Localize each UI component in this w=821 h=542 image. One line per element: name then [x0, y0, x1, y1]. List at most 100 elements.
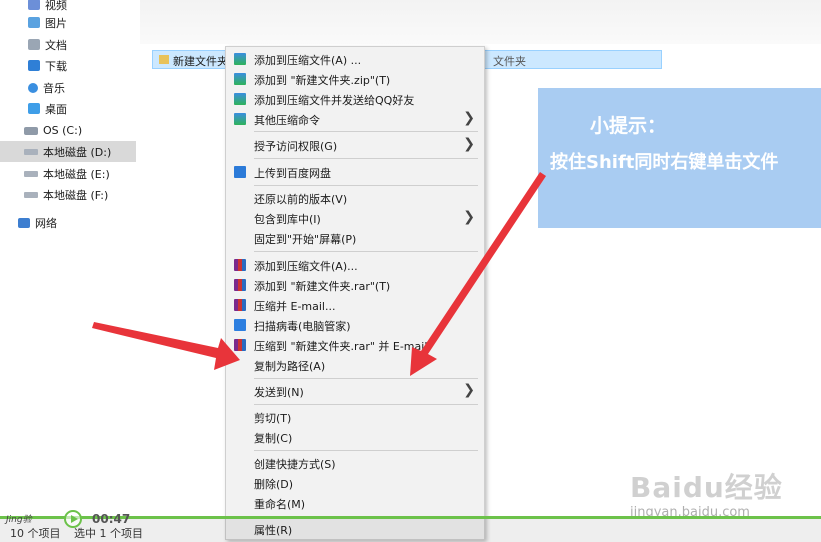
chevron-right-icon: ❯ — [463, 136, 475, 152]
menu-separator — [254, 131, 478, 132]
menu-item-label: 删除(D) — [254, 478, 294, 491]
zip-icon — [234, 73, 246, 85]
chevron-right-icon: ❯ — [463, 110, 475, 126]
baidu-watermark-logo: Baidu经验 — [630, 471, 783, 504]
nav-item-label: 本地磁盘 (F:) — [43, 188, 109, 202]
music-icon — [28, 82, 38, 93]
menu-item-label: 重命名(M) — [254, 498, 306, 511]
file-type: 文件夹 — [493, 55, 526, 68]
nav-item-label: OS (C:) — [43, 124, 83, 137]
menu-item-restore-versions[interactable]: 还原以前的版本(V) — [226, 188, 484, 208]
downloads-icon — [28, 60, 40, 71]
video-time: 00:47 — [92, 512, 131, 526]
zip-icon — [234, 93, 246, 105]
menu-item-create-shortcut[interactable]: 创建快捷方式(S) — [226, 453, 484, 473]
folder-icon — [159, 55, 169, 64]
tip-title: 小提示： — [590, 115, 667, 137]
network-icon — [18, 217, 30, 228]
menu-item-grant-access[interactable]: 授予访问权限(G) ❯ — [226, 135, 484, 155]
menu-item-label: 包含到库中(I) — [254, 213, 321, 226]
context-menu: 添加到压缩文件(A) ... 添加到 "新建文件夹.zip"(T) 添加到压缩文… — [225, 46, 485, 540]
menu-item-label: 添加到 "新建文件夹.zip"(T) — [254, 74, 391, 87]
shield-icon — [234, 319, 246, 331]
nav-item-disk-d[interactable]: 本地磁盘 (D:) — [0, 141, 136, 162]
file-name: 新建文件夹 — [173, 55, 228, 68]
chevron-right-icon: ❯ — [463, 209, 475, 225]
video-brand-logo: Jing验 — [6, 515, 32, 525]
menu-item-add-to-archive[interactable]: 添加到压缩文件(A) ... — [226, 49, 484, 69]
desktop-icon — [28, 103, 40, 114]
menu-item-label: 添加到压缩文件(A)... — [254, 260, 358, 273]
menu-item-label: 压缩并 E-mail... — [254, 300, 336, 313]
tip-body: 按住Shift同时右键单击文件 — [550, 152, 779, 173]
local-disk-icon — [24, 148, 38, 155]
menu-separator — [254, 251, 478, 252]
menu-item-label: 添加到压缩文件并发送给QQ好友 — [254, 94, 415, 107]
menu-item-label: 添加到 "新建文件夹.rar"(T) — [254, 280, 391, 293]
baidu-cloud-icon — [234, 166, 246, 178]
menu-item-rar-add-named[interactable]: 添加到 "新建文件夹.rar"(T) — [226, 275, 484, 295]
menu-item-rar-named-email[interactable]: 压缩到 "新建文件夹.rar" 并 E-mail — [226, 335, 484, 355]
nav-item-label: 音乐 — [43, 81, 65, 95]
menu-separator — [254, 450, 478, 451]
menu-item-include-library[interactable]: 包含到库中(I) ❯ — [226, 208, 484, 228]
winrar-icon — [234, 299, 246, 311]
menu-item-cut[interactable]: 剪切(T) — [226, 407, 484, 427]
status-item-count: 10 个项目 — [10, 527, 61, 540]
menu-item-label: 扫描病毒(电脑管家) — [254, 320, 351, 333]
nav-item-label: 下载 — [45, 59, 67, 73]
nav-item-os-c[interactable]: OS (C:) — [0, 120, 160, 141]
menu-item-label: 压缩到 "新建文件夹.rar" 并 E-mail — [254, 340, 428, 353]
winrar-icon — [234, 259, 246, 271]
nav-item-network[interactable]: 网络 — [0, 212, 154, 233]
winrar-icon — [234, 339, 246, 351]
nav-item-downloads[interactable]: 下载 — [0, 55, 164, 76]
documents-icon — [28, 39, 40, 50]
nav-item-label: 本地磁盘 (E:) — [43, 167, 110, 181]
menu-separator — [254, 185, 478, 186]
menu-item-label: 复制为路径(A) — [254, 360, 326, 373]
chevron-right-icon: ❯ — [463, 382, 475, 398]
toolbar-area — [140, 0, 821, 44]
nav-item-pictures[interactable]: 图片 — [0, 12, 164, 33]
menu-separator — [254, 378, 478, 379]
menu-item-upload-baidu[interactable]: 上传到百度网盘 — [226, 162, 484, 182]
zip-icon — [234, 113, 246, 125]
nav-item-documents[interactable]: 文档 — [0, 34, 164, 55]
menu-item-rename[interactable]: 重命名(M) — [226, 493, 484, 513]
nav-item-label: 图片 — [45, 16, 67, 30]
menu-separator — [254, 158, 478, 159]
menu-item-other-compress[interactable]: 其他压缩命令 ❯ — [226, 109, 484, 129]
local-disk-icon — [24, 191, 38, 198]
menu-item-scan-virus[interactable]: 扫描病毒(电脑管家) — [226, 315, 484, 335]
navigation-pane: 视频 图片 文档 下载 音乐 桌面 OS (C:) 本地磁盘 (D:) 本地磁盘… — [0, 0, 136, 512]
menu-item-copy-as-path[interactable]: 复制为路径(A) — [226, 355, 484, 375]
nav-item-disk-e[interactable]: 本地磁盘 (E:) — [0, 163, 160, 184]
menu-item-rar-add[interactable]: 添加到压缩文件(A)... — [226, 255, 484, 275]
nav-item-music[interactable]: 音乐 — [0, 77, 164, 98]
menu-item-pin-start[interactable]: 固定到"开始"屏幕(P) — [226, 228, 484, 248]
menu-item-add-to-zip[interactable]: 添加到 "新建文件夹.zip"(T) — [226, 69, 484, 89]
zip-icon — [234, 53, 246, 65]
menu-item-delete[interactable]: 删除(D) — [226, 473, 484, 493]
menu-item-label: 其他压缩命令 — [254, 114, 320, 127]
menu-item-rar-email[interactable]: 压缩并 E-mail... — [226, 295, 484, 315]
menu-item-copy[interactable]: 复制(C) — [226, 427, 484, 447]
local-disk-icon — [24, 170, 38, 177]
nav-item-desktop[interactable]: 桌面 — [0, 98, 164, 119]
menu-item-send-to[interactable]: 发送到(N) ❯ — [226, 381, 484, 401]
menu-item-label: 授予访问权限(G) — [254, 140, 338, 153]
winrar-icon — [234, 279, 246, 291]
nav-item-disk-f[interactable]: 本地磁盘 (F:) — [0, 184, 160, 205]
os-drive-icon — [24, 126, 38, 135]
nav-item-label: 桌面 — [45, 102, 67, 116]
nav-item-label: 文档 — [45, 38, 67, 52]
menu-item-label: 剪切(T) — [254, 412, 292, 425]
nav-item-label: 本地磁盘 (D:) — [43, 145, 112, 159]
menu-item-label: 复制(C) — [254, 432, 293, 445]
menu-separator — [254, 404, 478, 405]
menu-item-zip-send-qq[interactable]: 添加到压缩文件并发送给QQ好友 — [226, 89, 484, 109]
menu-item-label: 还原以前的版本(V) — [254, 193, 348, 206]
status-selected-count: 选中 1 个项目 — [74, 527, 143, 540]
nav-item-label: 网络 — [35, 216, 57, 230]
